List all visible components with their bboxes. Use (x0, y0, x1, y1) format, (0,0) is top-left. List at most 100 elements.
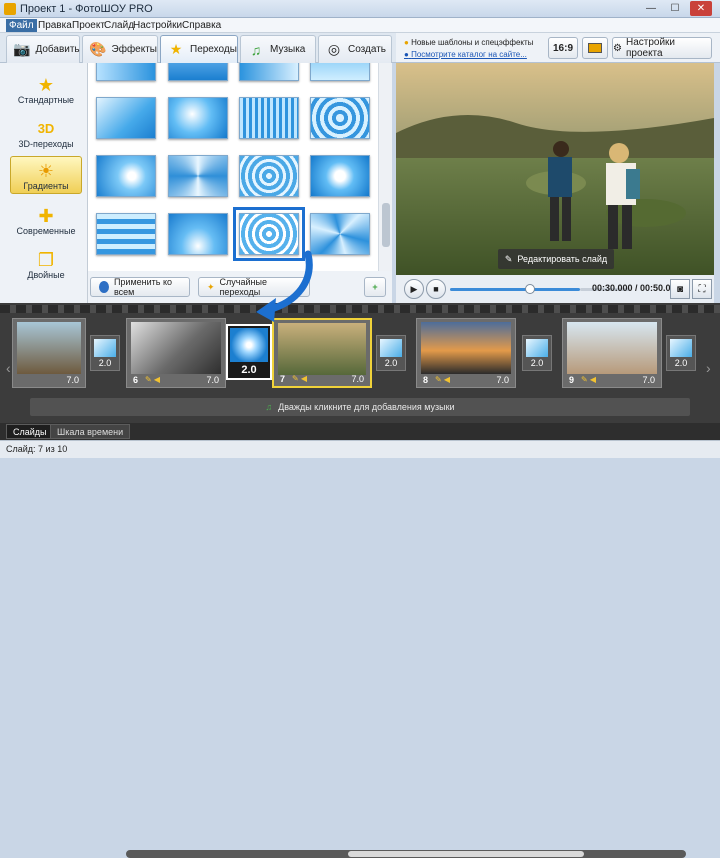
double-icon: ❐ (37, 250, 55, 270)
scroll-right-icon[interactable]: › (706, 360, 711, 376)
category-standard[interactable]: ★ Стандартные (10, 69, 82, 107)
right-toolbar: ● Новые шаблоны и спецэффекты ● Посмотри… (396, 33, 720, 63)
slide-tools-icon: ✎ ◀ (292, 374, 308, 383)
play-button[interactable]: ▶ (404, 279, 424, 299)
transition-thumb[interactable] (239, 97, 299, 139)
tab-add[interactable]: 📷 Добавить (6, 35, 80, 63)
transition-thumbnail (526, 339, 548, 357)
music-hint-label: Дважды кликните для добавления музыки (278, 402, 455, 412)
info-icon: ● (404, 50, 409, 59)
sun-icon: ☀ (37, 161, 55, 181)
tab-transitions-label: Переходы (190, 44, 237, 55)
timeline-slide[interactable]: 9 ✎ ◀ 7.0 (562, 318, 662, 388)
slide-duration: 7.0 (206, 375, 219, 385)
transition-thumb[interactable] (310, 97, 370, 139)
menu-help[interactable]: Справка (179, 19, 224, 32)
transition-thumbnail (230, 328, 268, 362)
transition-thumb-selected[interactable] (233, 207, 305, 261)
tab-slides[interactable]: Слайды (6, 424, 54, 439)
transition-duration: 2.0 (384, 358, 398, 368)
news-line: Новые шаблоны и спецэффекты (411, 38, 534, 47)
transition-thumb[interactable] (168, 97, 228, 139)
category-label: Современные (16, 226, 76, 236)
music-note-icon: ♫ (250, 41, 262, 58)
stop-button[interactable]: ■ (426, 279, 446, 299)
transition-thumb[interactable] (168, 155, 228, 197)
slide-thumbnail (17, 322, 81, 374)
category-label: 3D-переходы (18, 139, 74, 149)
screen-icon (588, 43, 602, 53)
edit-slide-button[interactable]: ✎ Редактировать слайд (498, 249, 614, 269)
transition-thumbnail (670, 339, 692, 357)
tab-create-label: Создать (348, 44, 387, 55)
timeline-transition[interactable]: 2.0 (666, 335, 696, 371)
slide-duration: 7.0 (642, 375, 655, 385)
progress-handle[interactable] (525, 284, 535, 294)
tab-music[interactable]: ♫ Музыка (240, 35, 316, 63)
transition-thumb[interactable] (96, 97, 156, 139)
snapshot-button[interactable]: ◙ (670, 279, 690, 299)
transition-thumb[interactable] (96, 63, 156, 81)
close-button[interactable]: ✕ (690, 1, 712, 16)
transition-thumb[interactable] (239, 155, 299, 197)
slide-preview[interactable]: ✎ Редактировать слайд (396, 63, 714, 275)
category-double[interactable]: ❐ Двойные (10, 244, 82, 282)
timeline-slide[interactable]: 8 ✎ ◀ 7.0 (416, 318, 516, 388)
category-gradients[interactable]: ☀ Градиенты (10, 156, 82, 194)
slide-thumbnail (278, 323, 366, 375)
project-settings-button[interactable]: ⚙ Настройки проекта (612, 37, 712, 59)
maximize-button[interactable]: ☐ (664, 1, 686, 16)
catalog-link[interactable]: ● Посмотрите каталог на сайте... (404, 50, 527, 60)
play-icon: ▶ (410, 283, 418, 294)
category-modern[interactable]: ✚ Современные (10, 200, 82, 238)
pencil-icon: ✎ (504, 253, 513, 264)
category-panel: ★ Стандартные 3D 3D-переходы ☀ Градиенты… (0, 63, 88, 303)
menu-settings[interactable]: Настройки (130, 19, 185, 32)
apply-to-all-button[interactable]: Применить ко всем (90, 277, 190, 297)
transition-thumb[interactable] (96, 213, 156, 255)
transition-thumb[interactable] (239, 63, 299, 81)
timeline-transition[interactable]: 2.0 (90, 335, 120, 371)
dragged-transition[interactable]: 2.0 (226, 324, 272, 380)
slide-thumbnail (421, 322, 511, 374)
transition-thumb[interactable] (310, 155, 370, 197)
transition-thumb[interactable] (310, 213, 370, 255)
tab-transitions[interactable]: ★ Переходы (160, 35, 238, 63)
category-3d[interactable]: 3D 3D-переходы (10, 113, 82, 151)
music-track-hint[interactable]: ♫ Дважды кликните для добавления музыки (30, 398, 690, 416)
news-text: ● Новые шаблоны и спецэффекты (404, 38, 533, 48)
grid-scrollbar-thumb[interactable] (382, 203, 390, 247)
scroll-left-icon[interactable]: ‹ (6, 360, 11, 376)
minimize-button[interactable]: — (640, 1, 662, 16)
slide-duration: 7.0 (351, 374, 364, 384)
aspect-ratio-button[interactable]: 16:9 (548, 37, 578, 59)
timeline-scrollbar[interactable] (126, 850, 686, 858)
puzzle-icon: ✚ (38, 206, 54, 226)
transition-thumb[interactable] (96, 155, 156, 197)
transition-thumb[interactable] (168, 63, 228, 81)
edit-slide-label: Редактировать слайд (517, 254, 608, 264)
timeline-slide[interactable]: 6 ✎ ◀ 7.0 (126, 318, 226, 388)
slide-duration: 7.0 (66, 375, 79, 385)
timeline-slide[interactable]: 7.0 (12, 318, 86, 388)
fullscreen-button[interactable]: ⛶ (692, 279, 712, 299)
timeline-transition[interactable]: 2.0 (522, 335, 552, 371)
tab-create[interactable]: ◎ Создать (318, 35, 392, 63)
slide-number: 8 (423, 375, 429, 385)
menu-file[interactable]: Файл (6, 19, 37, 32)
add-transition-button[interactable]: + (364, 277, 386, 297)
tab-effects[interactable]: 🎨 Эффекты (82, 35, 158, 63)
slide-tools-icon: ✎ ◀ (435, 375, 451, 384)
transitions-grid (88, 63, 378, 271)
catalog-link-label: Посмотрите каталог на сайте... (411, 50, 527, 59)
timeline-transition[interactable]: 2.0 (376, 335, 406, 371)
grid-scrollbar[interactable] (378, 63, 392, 271)
screen-icon-button[interactable] (582, 37, 608, 59)
star-icon: ★ (169, 41, 183, 57)
timeline-scrollbar-thumb[interactable] (348, 851, 584, 857)
stop-icon: ■ (433, 284, 439, 294)
tab-timeline[interactable]: Шкала времени (50, 424, 131, 439)
transition-thumb[interactable] (168, 213, 228, 255)
view-tabs: Слайды Шкала времени (0, 423, 720, 858)
transition-thumb[interactable] (310, 63, 370, 81)
